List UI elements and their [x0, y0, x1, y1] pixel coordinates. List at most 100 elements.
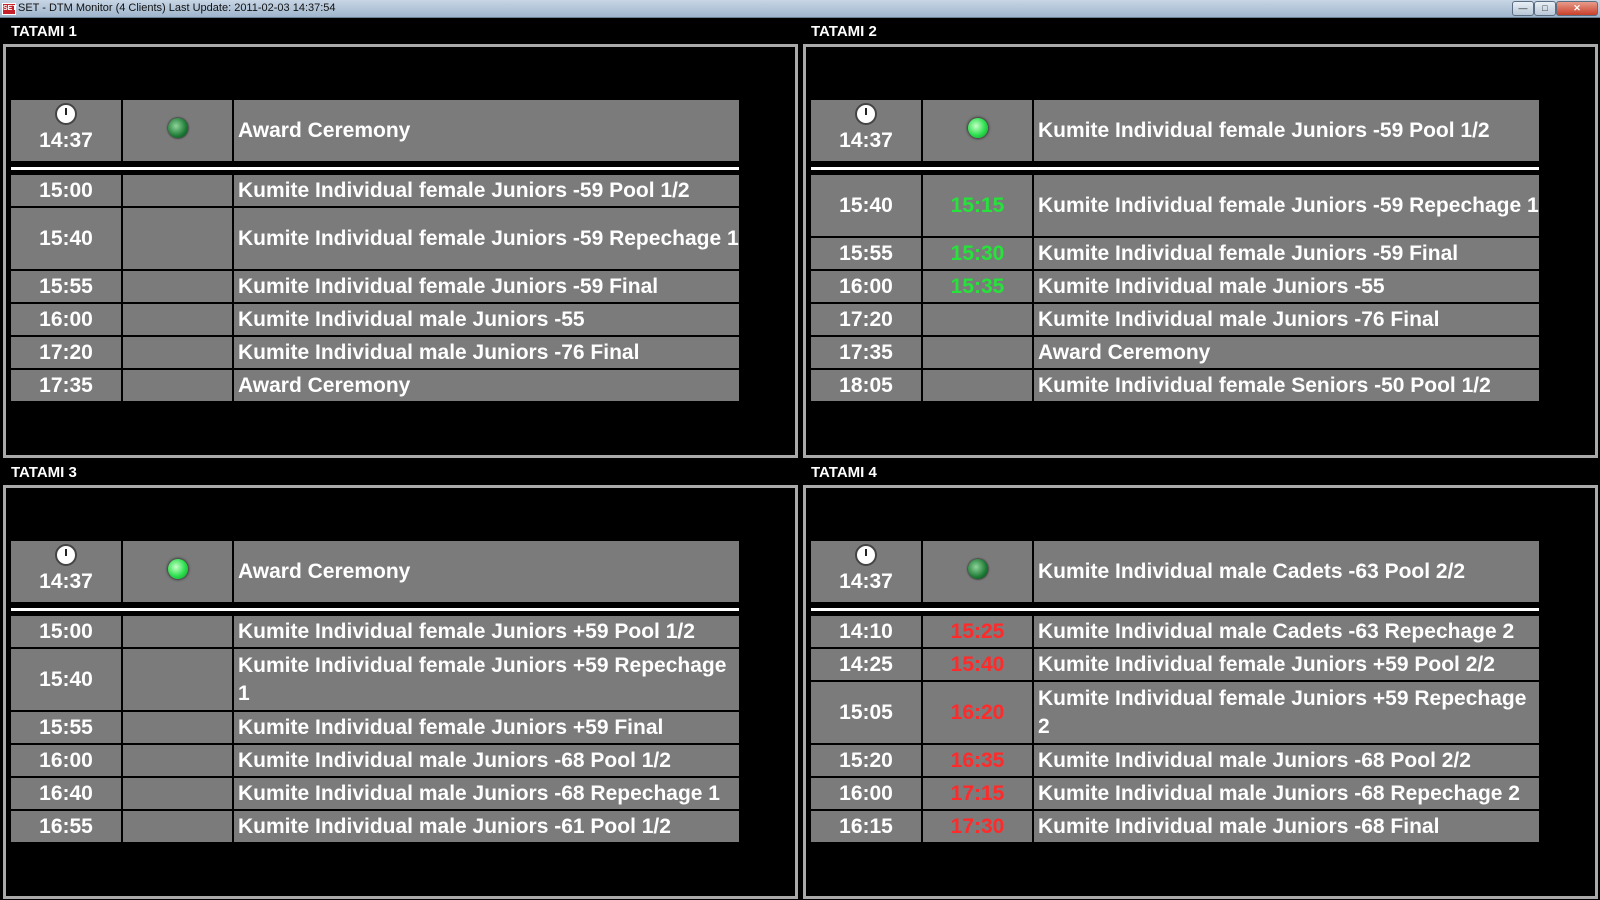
clock-icon: [855, 544, 877, 566]
scheduled-time: 17:35: [11, 370, 121, 401]
app-icon: SET: [2, 3, 17, 15]
schedule-table: 14:37 Award Ceremony 15:00 Kumite Indivi…: [11, 541, 741, 844]
close-button[interactable]: ✕: [1556, 1, 1598, 16]
minimize-button[interactable]: —: [1512, 1, 1534, 16]
match-name: Kumite Individual female Juniors -59 Rep…: [234, 208, 739, 269]
window-title: SET - DTM Monitor (4 Clients) Last Updat…: [18, 2, 336, 14]
estimated-time: [123, 337, 232, 368]
scheduled-time: 17:20: [11, 337, 121, 368]
scheduled-time: 17:20: [811, 304, 921, 335]
schedule-row: 15:05 16:20 Kumite Individual female Jun…: [811, 682, 1541, 743]
current-clock: 14:37: [39, 570, 93, 593]
estimated-time: 16:20: [923, 682, 1032, 743]
estimated-time: [123, 616, 232, 647]
scheduled-time: 15:40: [811, 175, 921, 236]
match-name: Kumite Individual female Juniors +59 Poo…: [1034, 649, 1539, 680]
schedule-row: 16:15 17:30 Kumite Individual male Junio…: [811, 811, 1541, 842]
estimated-time: [123, 304, 232, 335]
scheduled-time: 14:25: [811, 649, 921, 680]
match-name: Kumite Individual female Juniors -59 Fin…: [1034, 238, 1539, 269]
estimated-time: [123, 712, 232, 743]
tatami-panel: 14:37 Kumite Individual male Cadets -63 …: [803, 485, 1598, 899]
match-name: Kumite Individual male Juniors -68 Repec…: [1034, 778, 1539, 809]
clock-icon: [55, 103, 77, 125]
schedule-row: 17:20 Kumite Individual male Juniors -76…: [11, 337, 741, 368]
schedule-row: 15:20 16:35 Kumite Individual male Junio…: [811, 745, 1541, 776]
schedule-row: 16:00 17:15 Kumite Individual male Junio…: [811, 778, 1541, 809]
match-name: Kumite Individual male Juniors -55: [234, 304, 739, 335]
estimated-time: 15:30: [923, 238, 1032, 269]
current-match-name: Award Ceremony: [234, 541, 739, 602]
scheduled-time: 16:00: [11, 745, 121, 776]
window-titlebar: SET SET - DTM Monitor (4 Clients) Last U…: [0, 0, 1600, 18]
schedule-table: 14:37 Award Ceremony 15:00 Kumite Indivi…: [11, 100, 741, 403]
schedule-row: 15:40 15:15 Kumite Individual female Jun…: [811, 175, 1541, 236]
current-match-row: 14:37 Award Ceremony: [11, 541, 741, 602]
match-name: Kumite Individual female Seniors -50 Poo…: [1034, 370, 1539, 401]
current-match-name: Award Ceremony: [234, 100, 739, 161]
tatami-label: TATAMI 3: [11, 464, 77, 481]
estimated-time: [123, 745, 232, 776]
scheduled-time: 16:00: [811, 271, 921, 302]
scheduled-time: 16:15: [811, 811, 921, 842]
estimated-time: 15:40: [923, 649, 1032, 680]
status-led-icon: [167, 117, 188, 138]
schedule-row: 15:00 Kumite Individual female Juniors -…: [11, 175, 741, 206]
scheduled-time: 16:00: [11, 304, 121, 335]
current-match-row: 14:37 Award Ceremony: [11, 100, 741, 161]
estimated-time: [123, 271, 232, 302]
schedule-row: 14:25 15:40 Kumite Individual female Jun…: [811, 649, 1541, 680]
schedule-row: 15:40 Kumite Individual female Juniors +…: [11, 649, 741, 710]
match-name: Kumite Individual male Juniors -61 Pool …: [234, 811, 739, 842]
maximize-button[interactable]: □: [1534, 1, 1556, 16]
schedule-table: 14:37 Kumite Individual female Juniors -…: [811, 100, 1541, 403]
scheduled-time: 15:00: [11, 175, 121, 206]
estimated-time: [123, 649, 232, 710]
estimated-time: 15:25: [923, 616, 1032, 647]
schedule-row: 18:05 Kumite Individual female Seniors -…: [811, 370, 1541, 401]
scheduled-time: 15:20: [811, 745, 921, 776]
scheduled-time: 15:55: [11, 712, 121, 743]
estimated-time: 16:35: [923, 745, 1032, 776]
match-name: Kumite Individual male Juniors -68 Repec…: [234, 778, 739, 809]
scheduled-time: 15:55: [811, 238, 921, 269]
estimated-time: 17:15: [923, 778, 1032, 809]
schedule-row: 15:55 Kumite Individual female Juniors -…: [11, 271, 741, 302]
scheduled-time: 18:05: [811, 370, 921, 401]
schedule-row: 15:00 Kumite Individual female Juniors +…: [11, 616, 741, 647]
separator: [811, 167, 1539, 170]
match-name: Award Ceremony: [234, 370, 739, 401]
scheduled-time: 15:40: [11, 649, 121, 710]
clock-icon: [855, 103, 877, 125]
current-time-cell: 14:37: [11, 100, 121, 161]
scheduled-time: 16:55: [11, 811, 121, 842]
tatami-label: TATAMI 2: [811, 23, 877, 40]
schedule-row: 17:35 Award Ceremony: [11, 370, 741, 401]
current-match-row: 14:37 Kumite Individual female Juniors -…: [811, 100, 1541, 161]
schedule-row: 16:00 Kumite Individual male Juniors -55: [11, 304, 741, 335]
tatami-panel: 14:37 Award Ceremony 15:00 Kumite Indivi…: [3, 44, 798, 458]
schedule-row: 15:55 Kumite Individual female Juniors +…: [11, 712, 741, 743]
match-name: Kumite Individual female Juniors +59 Rep…: [234, 649, 739, 710]
current-time-cell: 14:37: [11, 541, 121, 602]
scheduled-time: 16:00: [811, 778, 921, 809]
separator: [11, 167, 739, 170]
schedule-table: 14:37 Kumite Individual male Cadets -63 …: [811, 541, 1541, 844]
clock-icon: [55, 544, 77, 566]
schedule-row: 17:20 Kumite Individual male Juniors -76…: [811, 304, 1541, 335]
current-match-name: Kumite Individual female Juniors -59 Poo…: [1034, 100, 1539, 161]
current-clock: 14:37: [839, 570, 893, 593]
scheduled-time: 15:05: [811, 682, 921, 743]
tatami-label: TATAMI 1: [11, 23, 77, 40]
status-cell: [123, 100, 232, 161]
current-clock: 14:37: [839, 129, 893, 152]
scheduled-time: 16:40: [11, 778, 121, 809]
scheduled-time: 17:35: [811, 337, 921, 368]
schedule-row: 15:40 Kumite Individual female Juniors -…: [11, 208, 741, 269]
estimated-time: [123, 208, 232, 269]
tatami-panel: 14:37 Kumite Individual female Juniors -…: [803, 44, 1598, 458]
current-time-cell: 14:37: [811, 100, 921, 161]
current-match-row: 14:37 Kumite Individual male Cadets -63 …: [811, 541, 1541, 602]
schedule-row: 14:10 15:25 Kumite Individual male Cadet…: [811, 616, 1541, 647]
tatami-label: TATAMI 4: [811, 464, 877, 481]
